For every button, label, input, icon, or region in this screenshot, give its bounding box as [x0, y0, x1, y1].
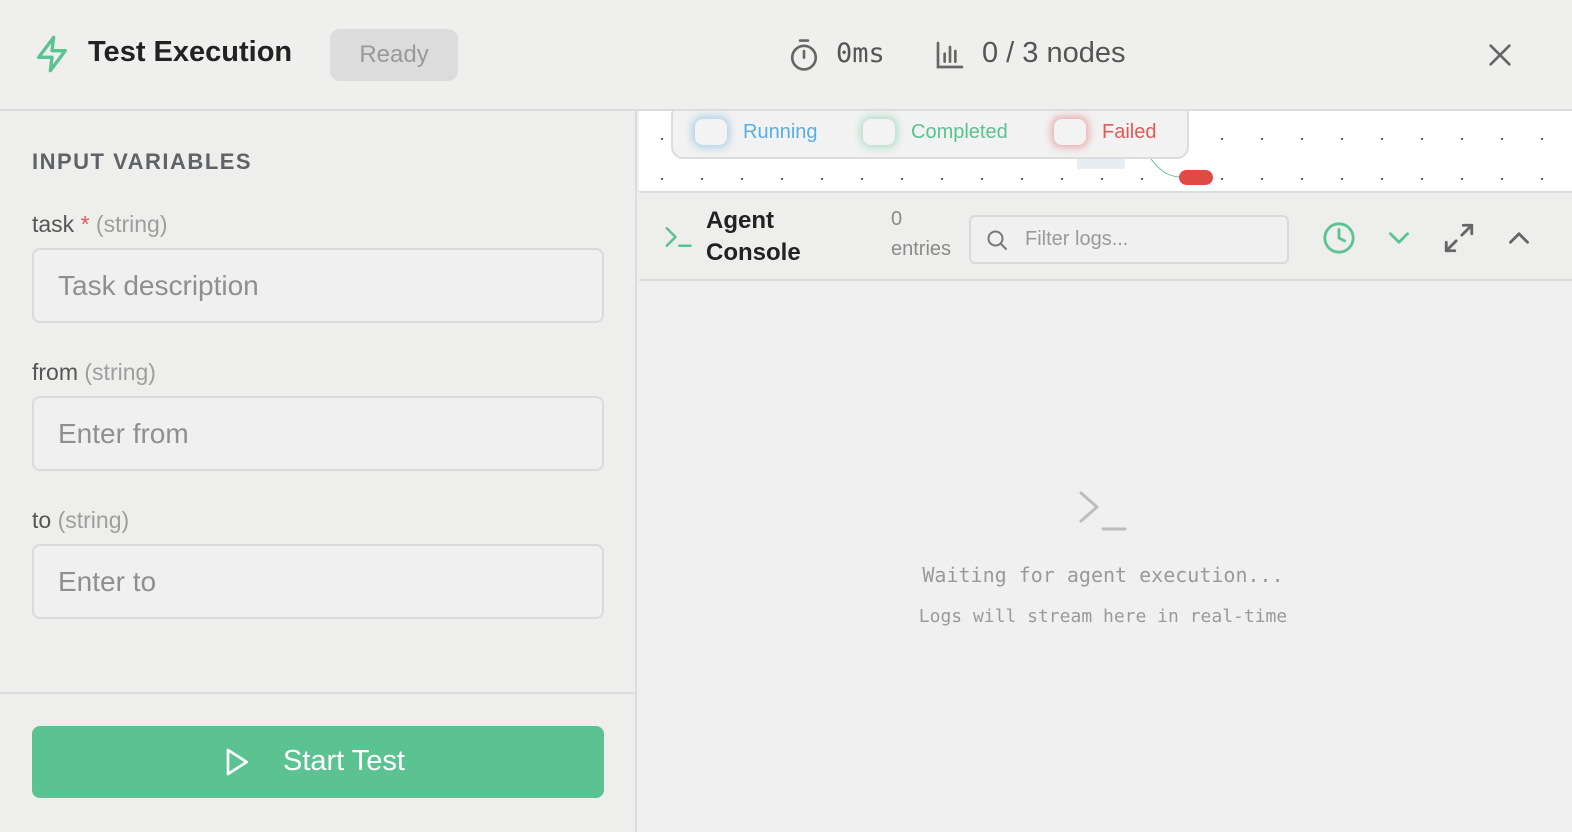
close-icon[interactable] — [1484, 39, 1516, 71]
play-icon — [226, 748, 248, 776]
page-title: Test Execution — [88, 36, 293, 68]
required-marker: * — [80, 211, 90, 237]
failed-swatch — [1054, 119, 1086, 145]
elapsed-time: 0ms — [836, 38, 885, 69]
from-field-name: from — [32, 359, 78, 385]
chevron-up-icon[interactable] — [1502, 221, 1536, 255]
terminal-icon — [1079, 491, 1127, 531]
legend-completed-label: Completed — [911, 121, 1008, 143]
start-test-label: Start Test — [283, 745, 405, 777]
status-badge: Ready — [330, 29, 458, 81]
to-input[interactable] — [32, 544, 604, 619]
legend-running-label: Running — [743, 121, 818, 143]
to-field-name: to — [32, 507, 52, 533]
agent-console-log-area: Waiting for agent execution... Logs will… — [639, 283, 1572, 832]
task-field-type: (string) — [95, 211, 168, 237]
clock-icon[interactable] — [1322, 221, 1356, 255]
from-input[interactable] — [32, 396, 604, 471]
stopwatch-icon — [790, 39, 818, 71]
divider — [0, 692, 637, 694]
lightning-bolt-icon — [37, 35, 68, 73]
workflow-canvas[interactable]: Running Completed Failed — [639, 111, 1572, 193]
start-test-button[interactable]: Start Test — [32, 726, 604, 798]
end-node[interactable] — [1179, 170, 1213, 185]
completed-swatch — [863, 119, 895, 145]
expand-icon[interactable] — [1442, 221, 1476, 255]
input-variables-panel: INPUT VARIABLES task * (string) from (st… — [0, 111, 637, 832]
terminal-icon — [665, 227, 692, 247]
to-field-type: (string) — [57, 507, 130, 533]
running-swatch — [695, 119, 727, 145]
status-legend: Running Completed Failed — [671, 111, 1189, 159]
chevron-down-icon[interactable] — [1382, 221, 1416, 255]
empty-state-subtitle: Logs will stream here in real-time — [918, 606, 1288, 627]
nodes-progress: 0 / 3 nodes — [982, 37, 1126, 69]
filter-logs-field[interactable] — [969, 215, 1289, 264]
task-input[interactable] — [32, 248, 604, 323]
task-label: task * (string) — [32, 211, 167, 238]
execution-header: Test Execution Ready 0ms 0 / 3 nodes — [0, 0, 1572, 111]
console-title: Agent Console — [706, 207, 801, 266]
task-field-name: task — [32, 211, 75, 237]
search-icon — [987, 230, 1007, 250]
entries-label: entries — [891, 238, 952, 260]
to-label: to (string) — [32, 507, 129, 534]
bar-chart-icon — [936, 41, 964, 69]
from-label: from (string) — [32, 359, 156, 386]
empty-state-title: Waiting for agent execution... — [922, 563, 1284, 587]
agent-console-header: Agent Console 0 entries — [639, 195, 1572, 281]
section-title: INPUT VARIABLES — [32, 149, 253, 174]
legend-failed-label: Failed — [1102, 121, 1157, 143]
from-field-type: (string) — [84, 359, 156, 385]
filter-logs-input[interactable] — [1025, 217, 1285, 262]
entries-count: 0 — [891, 208, 903, 230]
